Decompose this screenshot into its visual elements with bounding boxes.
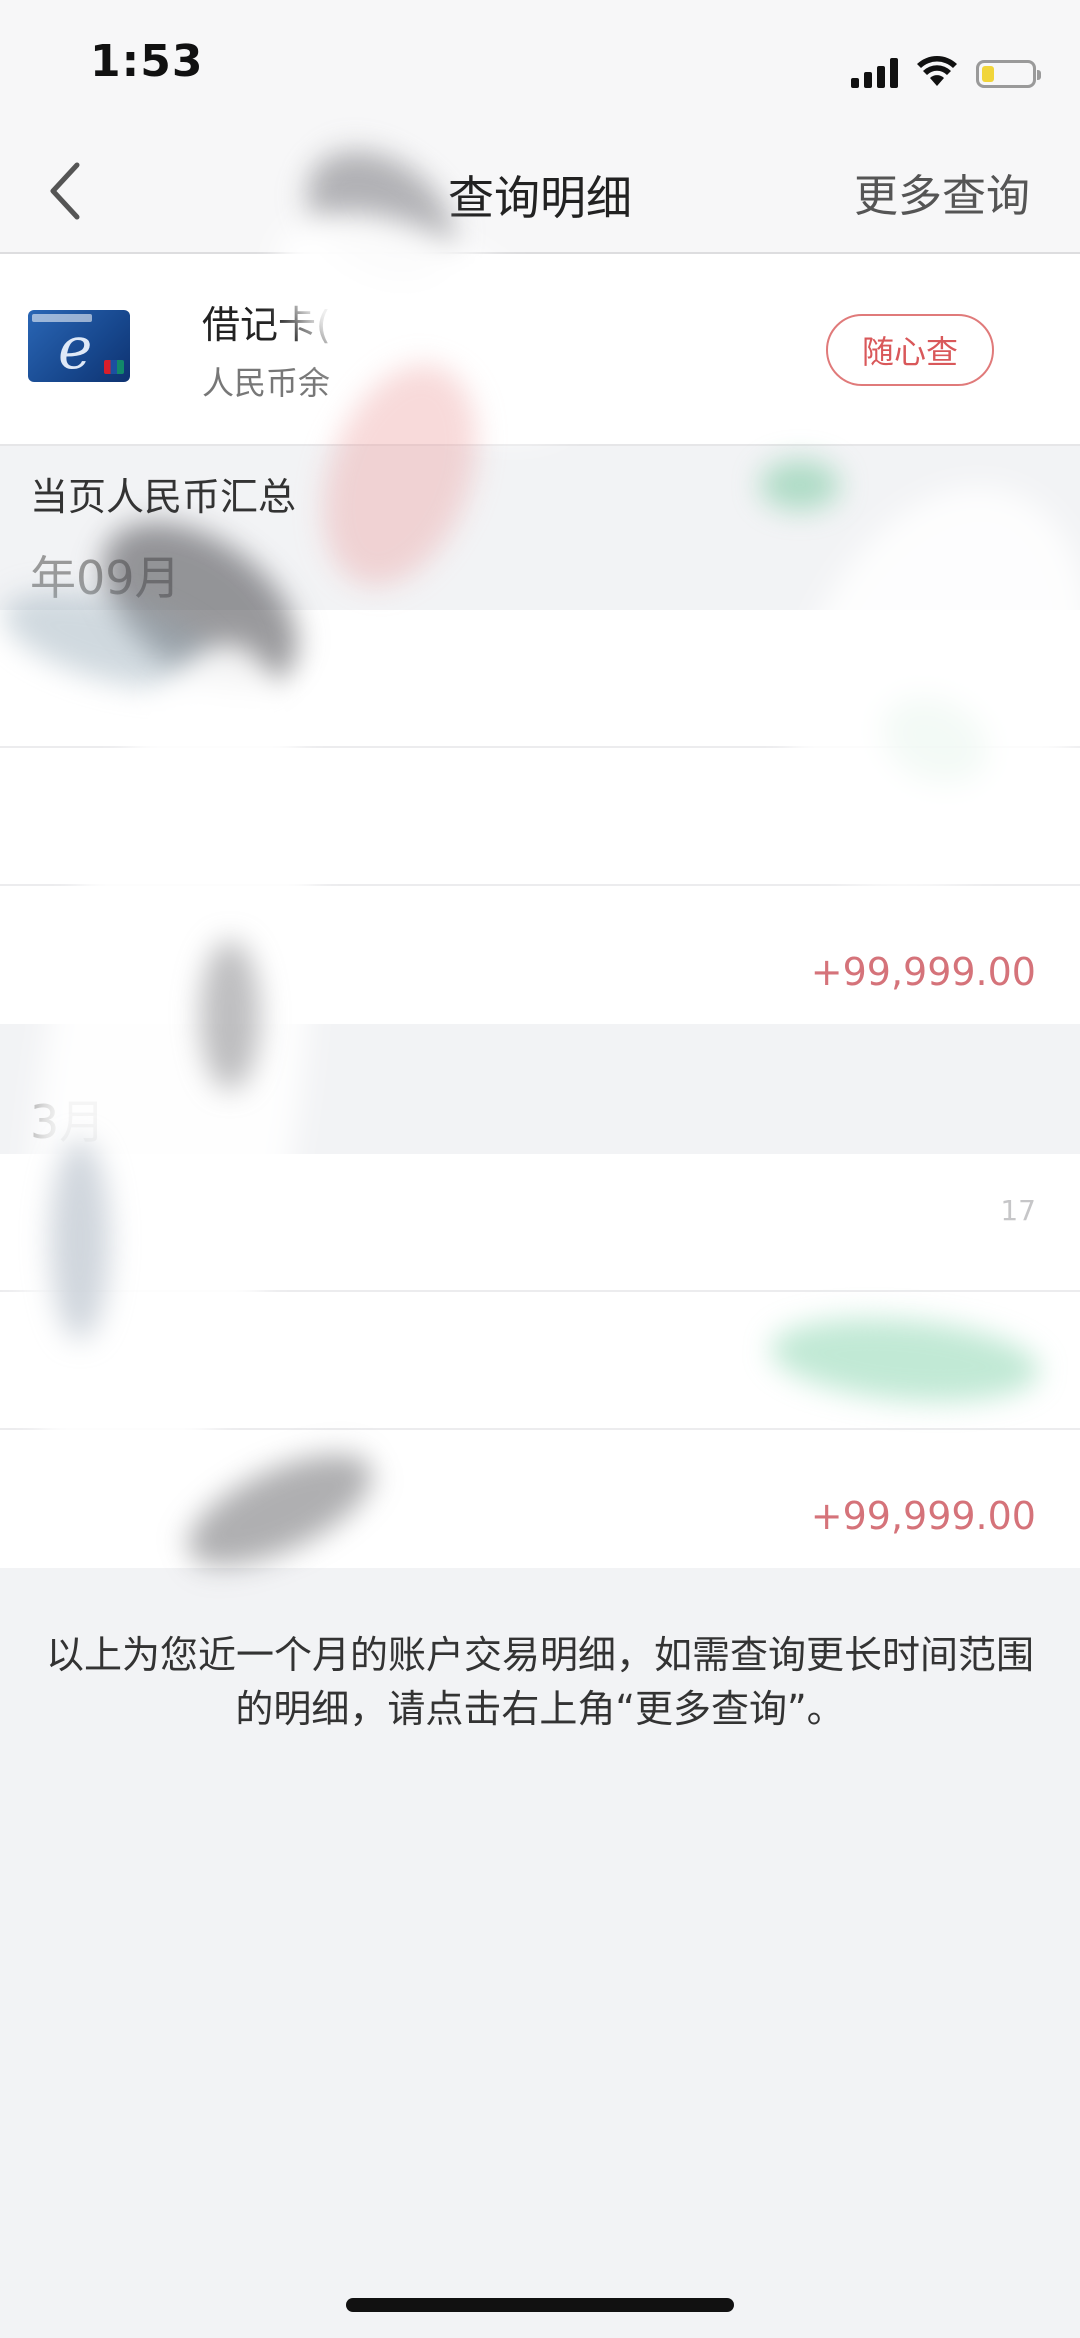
card-balance-label: 人民币余 xyxy=(202,364,331,402)
table-row[interactable] xyxy=(0,748,1080,886)
status-bar: 1:53 xyxy=(0,0,1080,130)
battery-icon xyxy=(976,60,1041,88)
month-label: 年09月 xyxy=(30,551,181,605)
footer-note: 以上为您近一个月的账户交易明细，如需查询更长时间范围的明细，请点击右上角“更多查… xyxy=(45,1633,1034,1731)
home-indicator[interactable] xyxy=(346,2298,734,2312)
card-name: 借记卡( xyxy=(202,303,331,347)
month-label: 3月 xyxy=(30,1095,106,1149)
status-time: 1:53 xyxy=(90,36,204,87)
transaction-list: +99,999.00 xyxy=(0,610,1080,1024)
table-row[interactable]: +99,999.00 xyxy=(0,1430,1080,1568)
more-query-button[interactable]: 更多查询 xyxy=(854,160,1030,224)
transaction-amount: +99,999.00 xyxy=(810,950,1036,994)
icbc-e-card-logo: e xyxy=(28,310,130,382)
wifi-icon xyxy=(916,56,958,88)
transaction-time: 17 xyxy=(1000,1194,1036,1227)
table-row[interactable] xyxy=(0,610,1080,748)
quick-query-button[interactable]: 随心查 xyxy=(826,314,994,386)
summary-title: 当页人民币汇总 xyxy=(30,475,297,519)
nav-bar: 查询明细 更多查询 xyxy=(0,130,1080,254)
status-icons xyxy=(851,48,1041,88)
redaction-smudge xyxy=(760,460,840,510)
account-card[interactable]: e 借记卡( 人民币余 随心查 xyxy=(0,254,1080,446)
table-row[interactable] xyxy=(0,1292,1080,1430)
table-row[interactable]: 17 xyxy=(0,1154,1080,1292)
transaction-amount: +99,999.00 xyxy=(810,1494,1036,1538)
table-row[interactable]: +99,999.00 xyxy=(0,886,1080,1024)
cellular-signal-icon xyxy=(851,58,898,88)
month-section: 年09月 +99,999.00 xyxy=(0,520,1080,1030)
month-section: 3月 17 +99,999.00 xyxy=(0,1064,1080,1574)
transaction-list: 17 +99,999.00 xyxy=(0,1154,1080,1568)
